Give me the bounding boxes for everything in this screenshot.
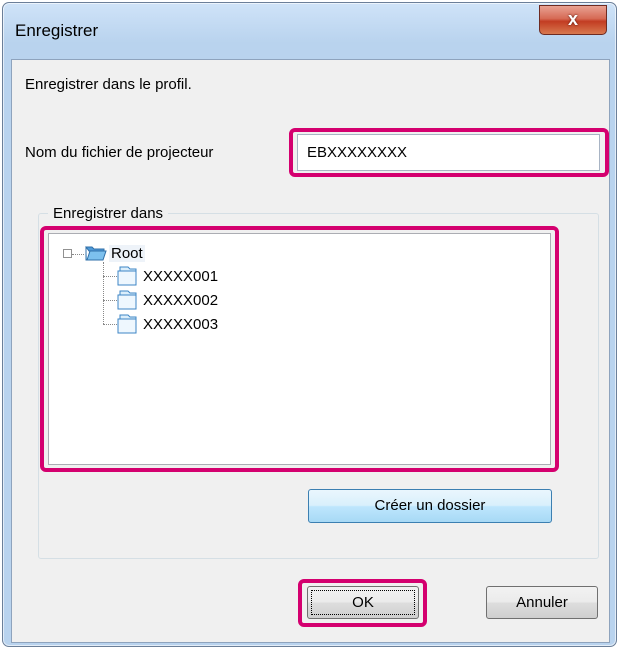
save-location-label: Enregistrer dans	[48, 205, 169, 222]
tree-connector	[103, 300, 117, 301]
tree-item-folder-2[interactable]: XXXXX002	[143, 290, 218, 310]
collapse-icon[interactable]	[63, 249, 72, 258]
tree-item-folder-1[interactable]: XXXXX001	[143, 266, 218, 286]
open-folder-icon	[85, 246, 107, 261]
filename-label: Nom du fichier de projecteur	[25, 144, 214, 161]
tree-item-label: XXXXX003	[143, 315, 219, 333]
filename-input[interactable]: EBXXXXXXXX	[297, 134, 600, 171]
tree-item-root[interactable]: Root	[109, 243, 145, 263]
tree-item-label: Root	[109, 244, 145, 262]
tree-connector	[72, 254, 84, 255]
tree-item-folder-3[interactable]: XXXXX003	[143, 314, 218, 334]
intro-text: Enregistrer dans le profil.	[25, 76, 192, 93]
close-icon: x	[567, 9, 578, 29]
focus-rectangle	[311, 590, 415, 615]
tree-item-label: XXXXX001	[143, 267, 219, 285]
title-bar[interactable]: Enregistrer x	[3, 3, 616, 61]
folder-icon	[117, 314, 137, 334]
close-button[interactable]: x	[539, 5, 607, 35]
create-folder-button[interactable]: Créer un dossier	[308, 489, 552, 523]
folder-tree[interactable]: Root XXXXX001 XXXXX002 XXXXX003	[48, 233, 551, 465]
tree-item-label: XXXXX002	[143, 291, 219, 309]
folder-icon	[117, 290, 137, 310]
tree-connector	[103, 324, 117, 325]
tree-connector	[103, 276, 117, 277]
ok-button[interactable]: OK	[307, 586, 419, 619]
cancel-button[interactable]: Annuler	[486, 586, 598, 619]
window-title: Enregistrer	[15, 21, 99, 40]
tree-connector	[103, 262, 104, 324]
folder-icon	[117, 266, 137, 286]
